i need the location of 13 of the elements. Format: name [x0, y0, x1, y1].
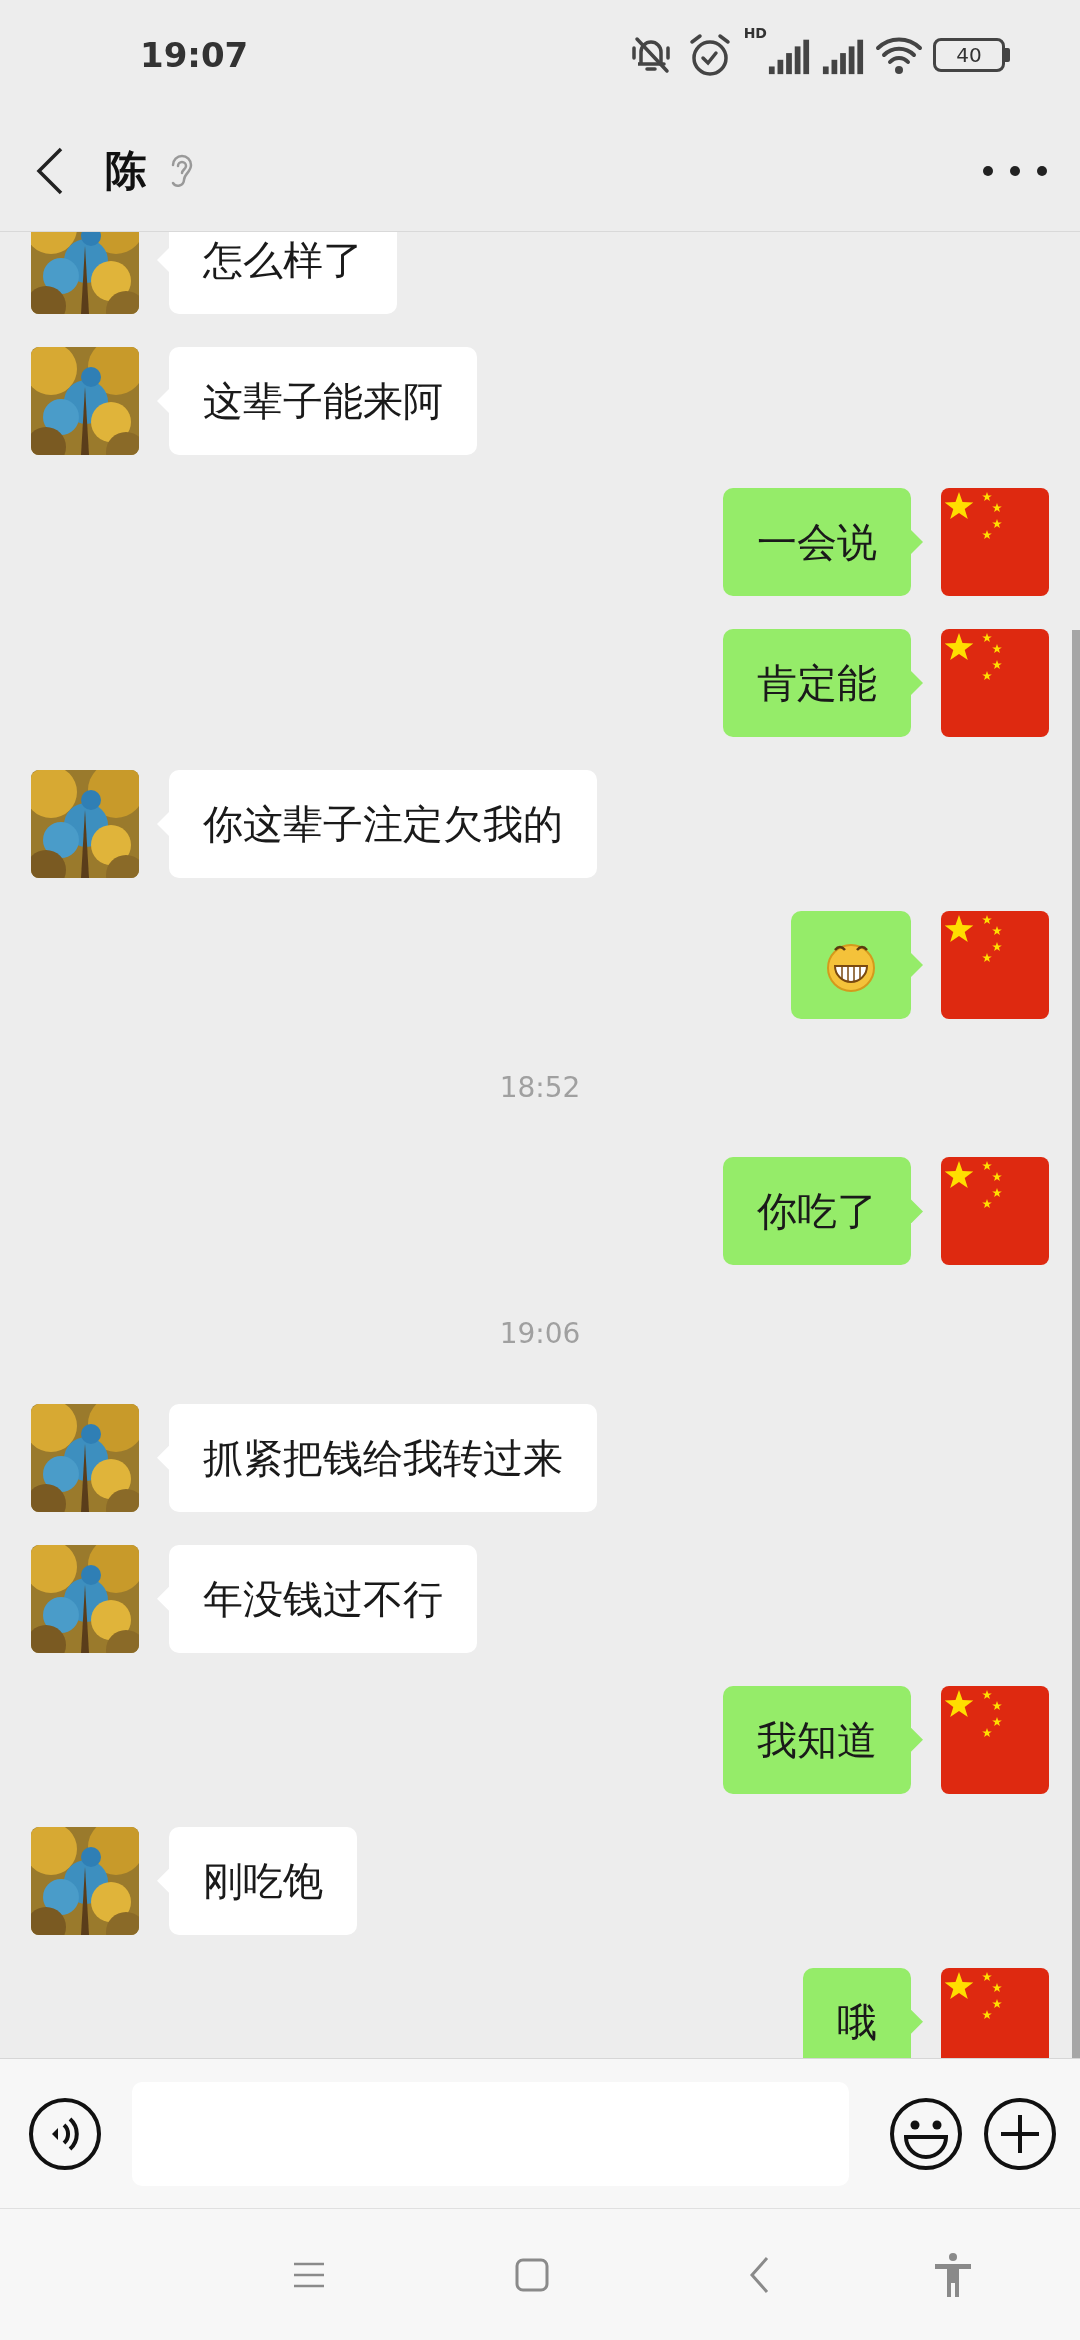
accessibility-icon[interactable]	[934, 2252, 972, 2297]
emoji-icon[interactable]	[889, 2096, 963, 2171]
back-icon[interactable]	[35, 145, 65, 196]
network-type-label: HD	[743, 26, 767, 40]
status-time: 19:07	[140, 33, 249, 77]
plus-icon[interactable]	[983, 2096, 1057, 2171]
battery-level: 40	[933, 38, 1010, 72]
menu-icon[interactable]	[293, 2260, 325, 2289]
voice-icon[interactable]	[28, 2096, 102, 2171]
chat-title: 陈	[105, 145, 147, 197]
timestamp: 19:06	[499, 1316, 581, 1353]
home-icon[interactable]	[515, 2257, 549, 2292]
timestamp: 18:52	[499, 1070, 581, 1106]
